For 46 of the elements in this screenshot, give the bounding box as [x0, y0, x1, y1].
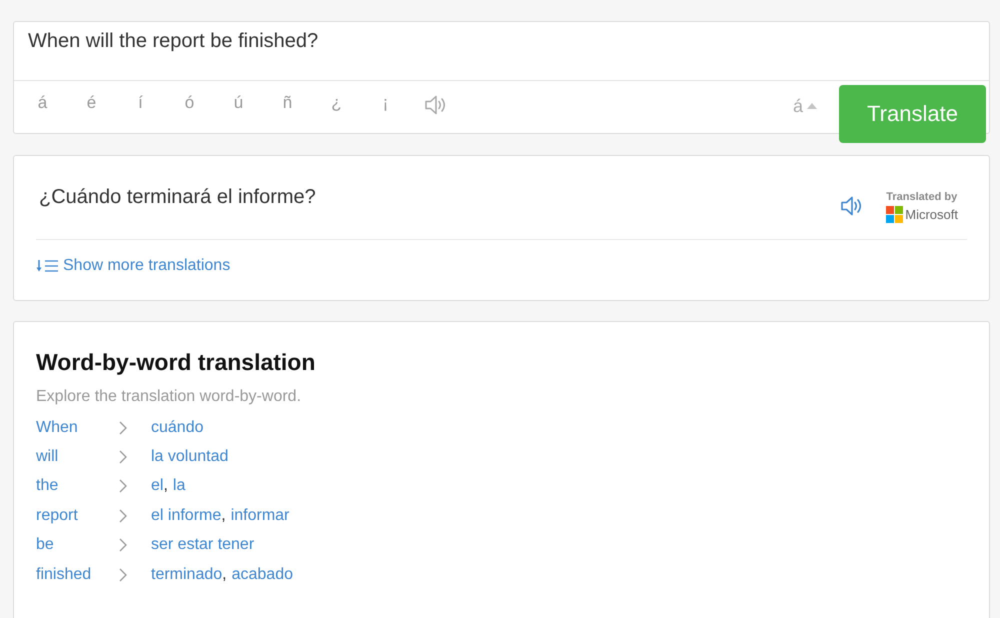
show-more-link[interactable]: Show more translations	[36, 257, 230, 275]
brand-name: Microsoft	[905, 206, 958, 222]
separator-text: ,	[222, 566, 227, 584]
sort-list-icon	[36, 259, 58, 273]
source-word-link[interactable]: When	[36, 418, 78, 437]
source-word-link[interactable]: the	[36, 477, 58, 496]
translation-link[interactable]: cuándo	[151, 418, 204, 437]
accent-key[interactable]: í	[116, 83, 165, 123]
speaker-icon[interactable]	[840, 195, 862, 217]
accent-key[interactable]: á	[18, 83, 67, 123]
translation-link[interactable]: informar	[230, 506, 290, 525]
translation-link[interactable]: acabado	[232, 566, 293, 584]
chevron-right-icon	[119, 508, 127, 523]
separator-text: ,	[221, 506, 226, 525]
source-word-link[interactable]: be	[36, 536, 54, 554]
source-word-link[interactable]: finished	[36, 566, 92, 584]
accent-key[interactable]: ¿	[312, 83, 361, 123]
translate-button[interactable]: Translate	[839, 85, 986, 143]
translation-link[interactable]: el informe	[151, 506, 222, 525]
accent-key[interactable]: ó	[165, 83, 214, 123]
section-subtitle: Explore the translation word-by-word.	[36, 387, 302, 407]
accent-key[interactable]: ú	[214, 83, 263, 123]
separator-text: ,	[163, 477, 168, 496]
chevron-right-icon	[119, 420, 127, 435]
accent-key[interactable]: é	[67, 83, 116, 123]
translation-link[interactable]: la voluntad	[151, 448, 228, 466]
translation-link[interactable]: el	[151, 477, 164, 496]
keyboard-toggle[interactable]: á	[790, 93, 819, 119]
source-text-field[interactable]: When will the report be finished?	[14, 22, 989, 81]
translation-link[interactable]: la	[172, 477, 186, 496]
four-square-logo-icon	[886, 206, 904, 223]
caret-up-icon	[807, 103, 817, 109]
chevron-right-icon	[119, 568, 127, 582]
attribution-label: Translated by	[886, 191, 958, 204]
section-title: Word-by-word translation	[36, 348, 316, 377]
speaker-icon[interactable]	[424, 94, 446, 116]
accent-key[interactable]: ñ	[263, 83, 312, 123]
translation-link[interactable]: ser estar tener	[151, 536, 254, 554]
accent-key[interactable]: ¡	[361, 83, 410, 123]
chevron-right-icon	[119, 538, 127, 552]
chevron-right-icon	[119, 479, 127, 494]
source-word-link[interactable]: report	[36, 506, 78, 525]
translation-link[interactable]: terminado	[151, 566, 222, 584]
source-word-link[interactable]: will	[36, 448, 58, 466]
chevron-right-icon	[119, 450, 127, 464]
translation-text: ¿Cuándo terminará el informe?	[38, 185, 317, 210]
